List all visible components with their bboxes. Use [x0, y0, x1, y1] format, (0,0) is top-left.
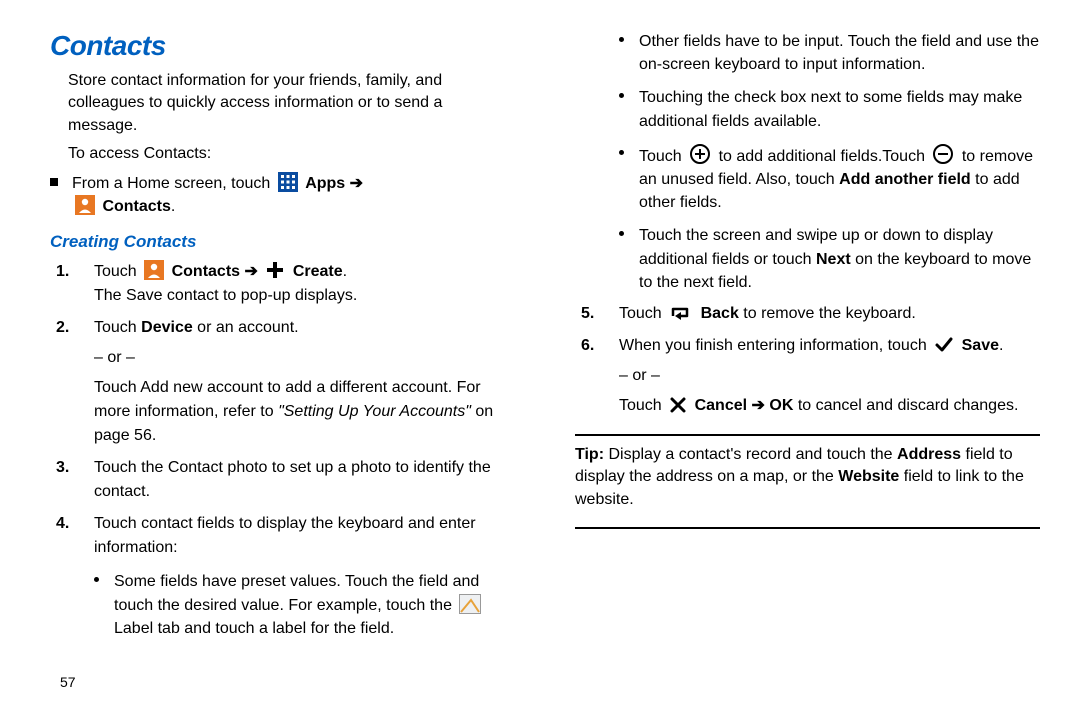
plus-icon: [265, 260, 285, 280]
label-tab-icon: [459, 594, 481, 614]
contacts-icon: [75, 195, 95, 215]
intro-text: Store contact information for your frien…: [68, 70, 515, 137]
text: or an account.: [193, 319, 299, 336]
text: Touch: [619, 305, 666, 322]
save-label: Save: [962, 337, 999, 354]
sub-add-remove: Touch to add additional fields.Touch to …: [625, 143, 1040, 215]
apps-label: Apps: [305, 175, 345, 192]
cancel-icon: [669, 396, 687, 414]
back-label: Back: [701, 305, 739, 322]
sub-input: Other fields have to be input. Touch the…: [625, 30, 1040, 76]
text: Touch: [94, 319, 141, 336]
arrow-icon: ➔: [752, 397, 770, 414]
text: Touch: [94, 263, 141, 280]
period: .: [999, 337, 1003, 354]
step-4: Touch contact fields to display the keyb…: [84, 512, 515, 560]
contacts-icon: [144, 260, 164, 280]
access-step: From a Home screen, touch Apps ➔ Contact…: [72, 172, 515, 219]
divider: [575, 434, 1040, 436]
ok-label: OK: [769, 397, 793, 414]
page-title: Contacts: [50, 30, 515, 62]
tip-text: Tip: Display a contact's record and touc…: [575, 444, 1040, 511]
add-another-label: Add another field: [839, 171, 971, 188]
sub-checkbox: Touching the check box next to some fiel…: [625, 86, 1040, 132]
contacts-label: Contacts: [172, 263, 240, 280]
text: to add additional fields.Touch: [719, 148, 930, 165]
arrow-icon: ➔: [350, 175, 363, 192]
period: .: [171, 198, 175, 215]
back-icon: [669, 304, 693, 322]
or-text: – or –: [619, 364, 1040, 388]
text: Label tab and touch a label for the fiel…: [114, 620, 394, 637]
text: From a Home screen, touch: [72, 175, 275, 192]
text: The Save contact to pop-up displays.: [94, 287, 357, 304]
next-label: Next: [816, 251, 851, 268]
website-label: Website: [838, 468, 899, 485]
text: to cancel and discard changes.: [793, 397, 1018, 414]
apps-grid-icon: [278, 172, 298, 192]
add-circle-icon: [689, 143, 711, 165]
page-number: 57: [60, 674, 76, 690]
remove-circle-icon: [932, 143, 954, 165]
step-5: Touch Back to remove the keyboard.: [609, 302, 1040, 326]
section-heading: Creating Contacts: [50, 232, 515, 252]
step-3: Touch the Contact photo to set up a phot…: [84, 456, 515, 504]
text: Touch: [639, 148, 686, 165]
cross-ref: "Setting Up Your Accounts": [278, 403, 471, 420]
text: Touch: [619, 397, 666, 414]
tip-label: Tip:: [575, 446, 604, 463]
access-lead: To access Contacts:: [68, 143, 515, 165]
step-1: Touch Contacts ➔ Create. The Save contac…: [84, 260, 515, 308]
text: Display a contact's record and touch the: [604, 446, 897, 463]
device-label: Device: [141, 319, 193, 336]
contacts-label: Contacts: [102, 198, 170, 215]
or-text: – or –: [94, 346, 515, 370]
step-2: Touch Device or an account. – or – Touch…: [84, 316, 515, 448]
arrow-icon: ➔: [245, 263, 263, 280]
text: Touch contact fields to display the keyb…: [94, 515, 476, 556]
divider: [575, 527, 1040, 529]
text: to remove the keyboard.: [739, 305, 916, 322]
text: When you finish entering information, to…: [619, 337, 931, 354]
sub-preset: Some fields have preset values. Touch th…: [100, 570, 515, 640]
cancel-label: Cancel: [695, 397, 747, 414]
text: Some fields have preset values. Touch th…: [114, 573, 479, 613]
period: .: [343, 263, 347, 280]
create-label: Create: [293, 263, 343, 280]
sub-swipe: Touch the screen and swipe up or down to…: [625, 224, 1040, 294]
step-6: When you finish entering information, to…: [609, 334, 1040, 418]
address-label: Address: [897, 446, 961, 463]
check-icon: [934, 336, 954, 354]
